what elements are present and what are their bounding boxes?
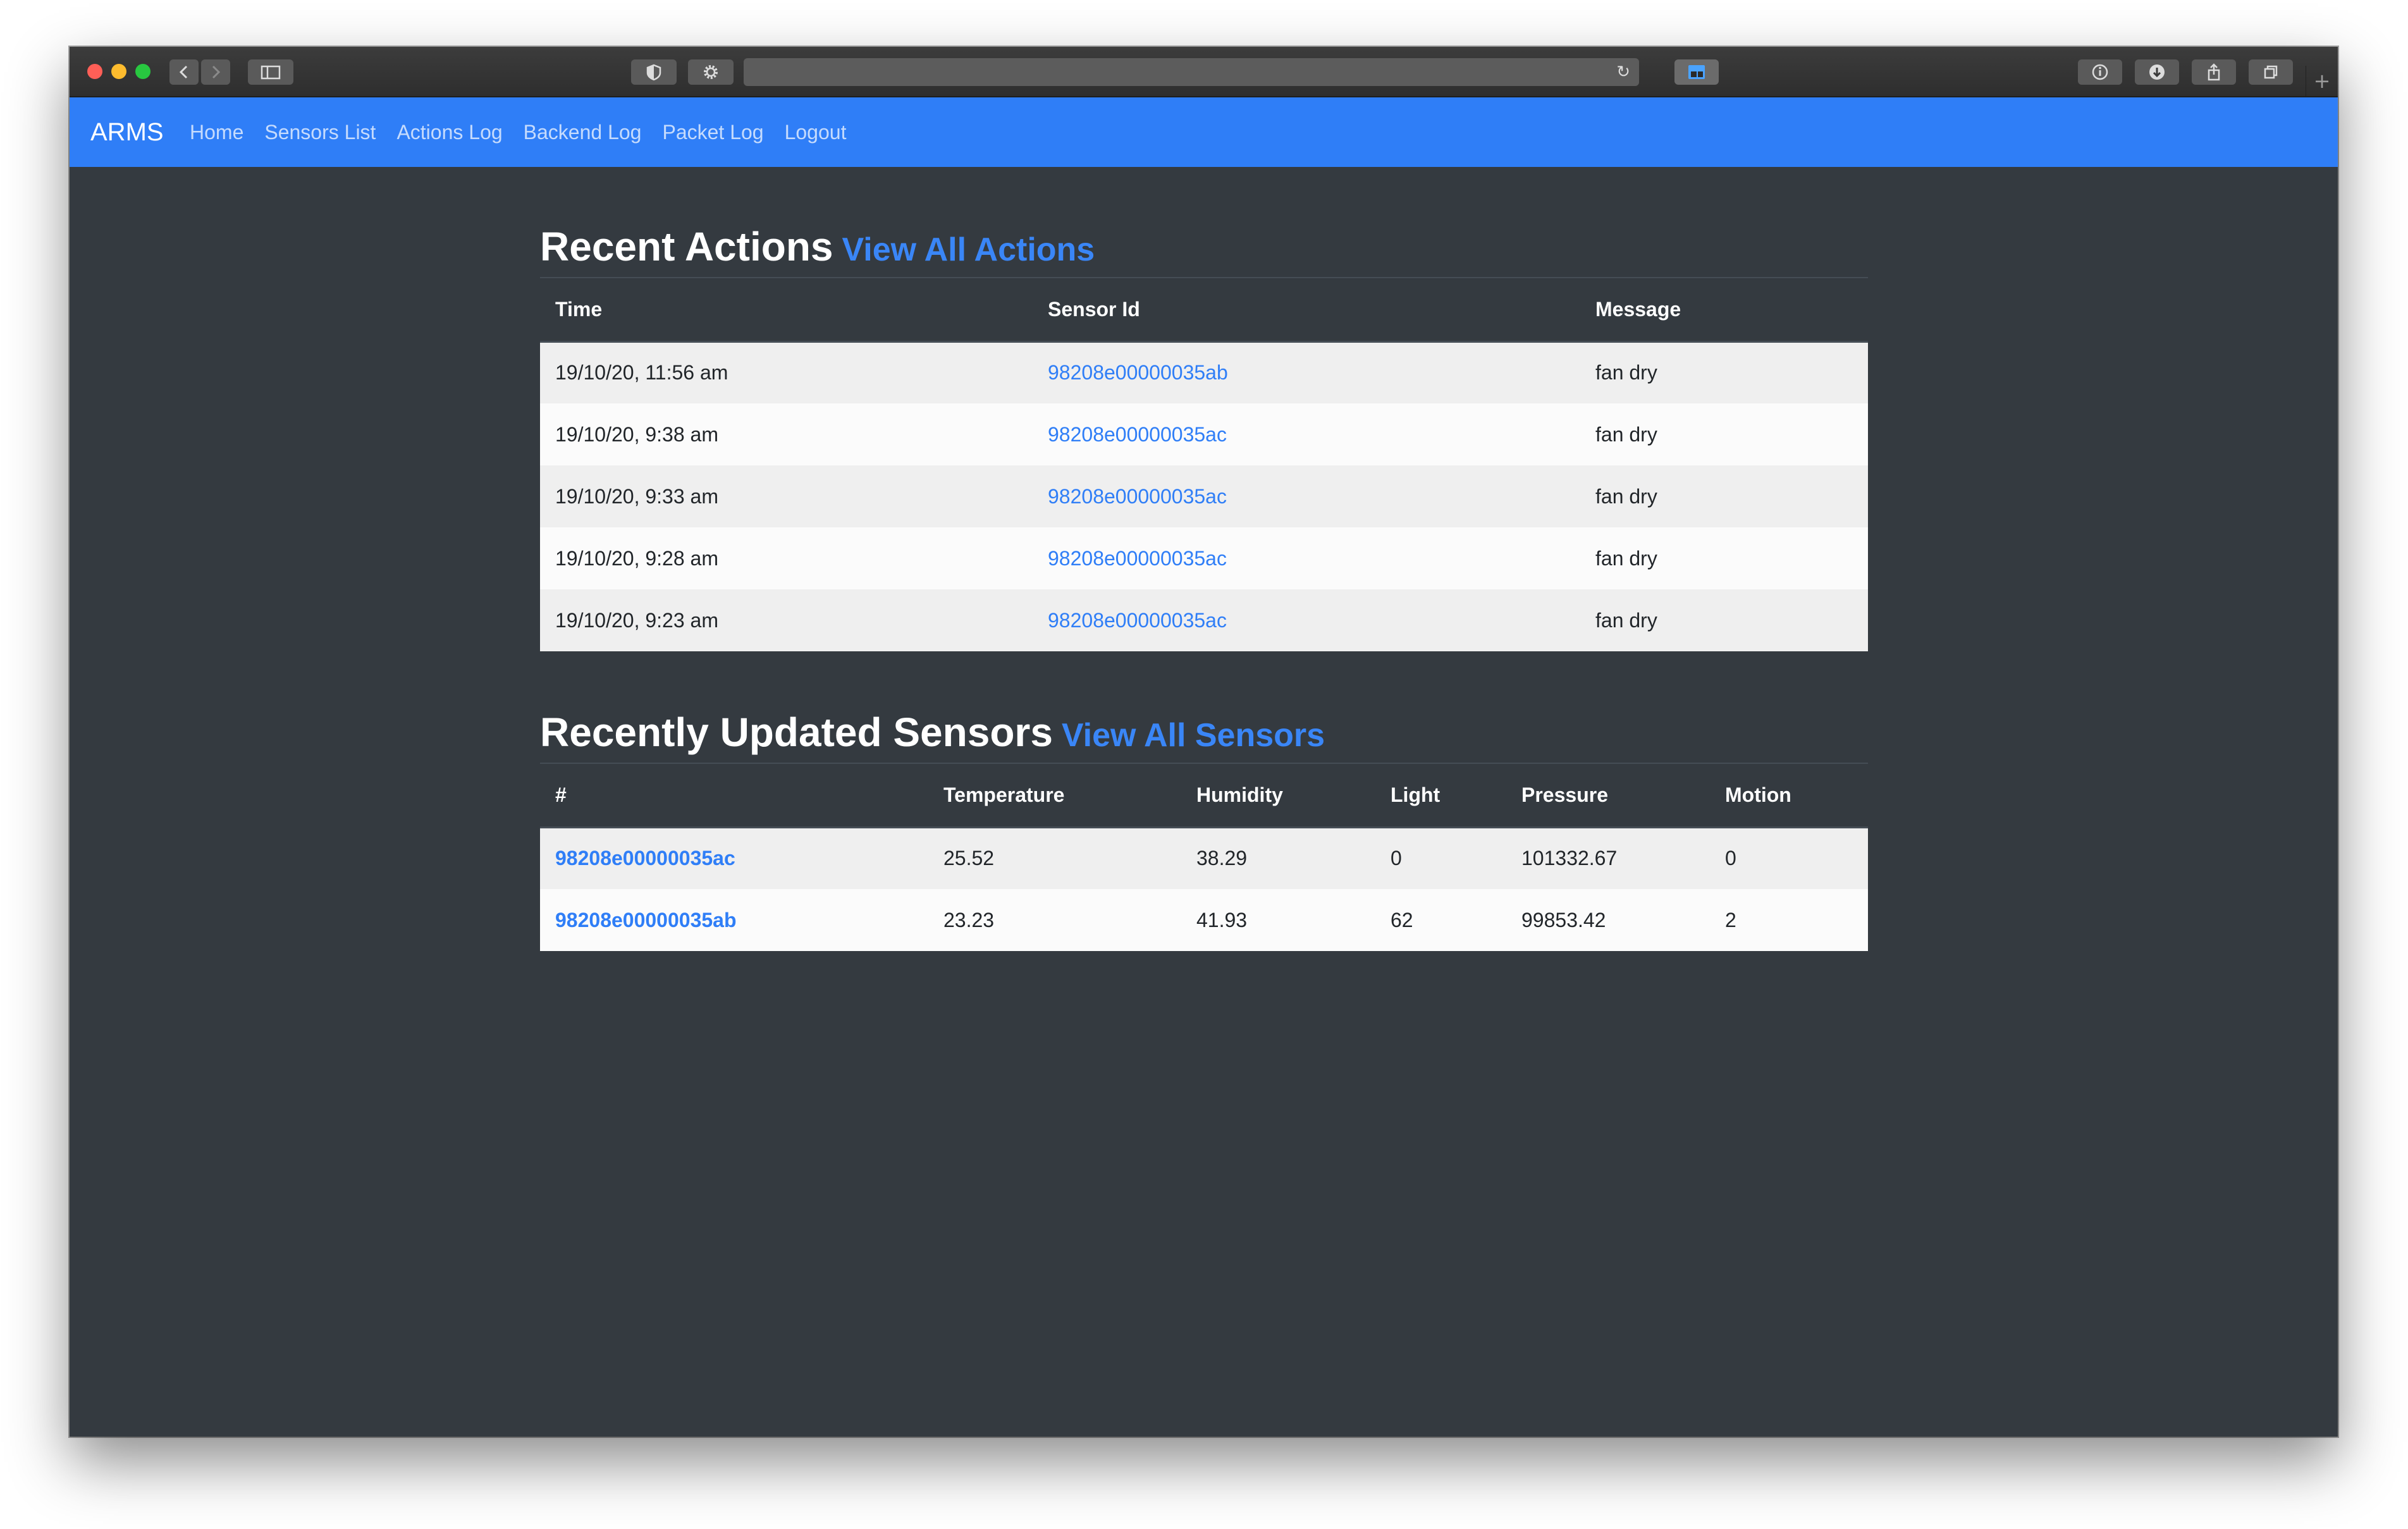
action-sensor-link[interactable]: 98208e00000035ac xyxy=(1033,527,1580,589)
table-row: 19/10/20, 9:33 am 98208e00000035ac fan d… xyxy=(540,465,1868,527)
recent-actions-table: Time Sensor Id Message 19/10/20, 11:56 a… xyxy=(540,278,1868,651)
share-icon[interactable] xyxy=(2192,59,2236,85)
table-row: 19/10/20, 9:28 am 98208e00000035ac fan d… xyxy=(540,527,1868,589)
browser-toolbar: ↻ + xyxy=(70,47,2338,97)
table-row: 19/10/20, 9:38 am 98208e00000035ac fan d… xyxy=(540,403,1868,465)
nav-links: Home Sensors List Actions Log Backend Lo… xyxy=(190,97,867,167)
sensor-temperature: 23.23 xyxy=(943,908,995,931)
action-message: fan dry xyxy=(1595,422,1657,446)
recent-sensors-title: Recently Updated Sensors xyxy=(540,709,1053,755)
column-header-motion: Motion xyxy=(1710,764,1868,828)
action-time: 19/10/20, 9:23 am xyxy=(555,608,718,632)
action-message: fan dry xyxy=(1595,608,1657,632)
view-all-actions-link[interactable]: View All Actions xyxy=(842,231,1095,268)
gear-icon[interactable] xyxy=(688,59,734,85)
main-content: Recent Actions View All Actions Time Sens… xyxy=(540,216,1868,951)
recent-actions-title: Recent Actions xyxy=(540,224,833,269)
zoom-window-button[interactable] xyxy=(135,64,150,79)
action-message: fan dry xyxy=(1595,361,1657,384)
column-header-pressure: Pressure xyxy=(1506,764,1710,828)
action-time: 19/10/20, 9:33 am xyxy=(555,484,718,508)
info-icon[interactable] xyxy=(2078,59,2122,85)
extension-icon[interactable] xyxy=(1674,59,1719,85)
nav-link-sensors-list[interactable]: Sensors List xyxy=(264,97,376,167)
minimize-window-button[interactable] xyxy=(111,64,126,79)
browser-window: ↻ + ARMS Home Sensors List Actions Log B… xyxy=(70,47,2338,1437)
back-icon[interactable] xyxy=(169,59,199,85)
sensor-id-link[interactable]: 98208e00000035ab xyxy=(540,889,928,951)
sensor-motion: 0 xyxy=(1725,847,1736,870)
action-sensor-link[interactable]: 98208e00000035ab xyxy=(1033,341,1580,403)
nav-link-logout[interactable]: Logout xyxy=(785,97,847,167)
table-row: 19/10/20, 9:23 am 98208e00000035ac fan d… xyxy=(540,589,1868,651)
column-header-temperature: Temperature xyxy=(928,764,1181,828)
sensor-id-link[interactable]: 98208e00000035ac xyxy=(540,827,928,889)
action-time: 19/10/20, 9:38 am xyxy=(555,422,718,446)
brand-logo[interactable]: ARMS xyxy=(90,97,164,167)
column-header-light: Light xyxy=(1375,764,1506,828)
column-header-humidity: Humidity xyxy=(1181,764,1375,828)
table-header-row: Time Sensor Id Message xyxy=(540,278,1868,343)
action-sensor-link[interactable]: 98208e00000035ac xyxy=(1033,465,1580,527)
new-tab-icon[interactable]: + xyxy=(2306,66,2338,96)
sensor-temperature: 25.52 xyxy=(943,847,995,870)
reload-icon[interactable]: ↻ xyxy=(1616,58,1630,86)
table-row: 19/10/20, 11:56 am 98208e00000035ab fan … xyxy=(540,341,1868,403)
recent-sensors-heading: Recently Updated Sensors View All Sensors xyxy=(540,702,1868,764)
address-bar[interactable]: ↻ xyxy=(744,58,1639,86)
nav-link-packet-log[interactable]: Packet Log xyxy=(662,97,763,167)
sensor-light: 0 xyxy=(1391,847,1402,870)
tabs-icon[interactable] xyxy=(2249,59,2293,85)
action-time: 19/10/20, 11:56 am xyxy=(555,361,728,384)
view-all-sensors-link[interactable]: View All Sensors xyxy=(1062,717,1325,754)
action-time: 19/10/20, 9:28 am xyxy=(555,546,718,570)
navbar: ARMS Home Sensors List Actions Log Backe… xyxy=(70,97,2338,167)
table-row: 98208e00000035ab 23.23 41.93 62 99853.42… xyxy=(540,889,1868,951)
nav-link-backend-log[interactable]: Backend Log xyxy=(524,97,642,167)
sensor-humidity: 38.29 xyxy=(1196,847,1248,870)
sensor-motion: 2 xyxy=(1725,908,1736,931)
recent-sensors-table: # Temperature Humidity Light Pressure Mo… xyxy=(540,764,1868,951)
sensor-light: 62 xyxy=(1391,908,1413,931)
nav-link-home[interactable]: Home xyxy=(190,97,243,167)
sensor-humidity: 41.93 xyxy=(1196,908,1248,931)
recent-actions-heading: Recent Actions View All Actions xyxy=(540,216,1868,278)
column-header-time: Time xyxy=(540,278,1033,343)
table-header-row: # Temperature Humidity Light Pressure Mo… xyxy=(540,764,1868,828)
shield-icon[interactable] xyxy=(631,59,677,85)
table-row: 98208e00000035ac 25.52 38.29 0 101332.67… xyxy=(540,827,1868,889)
column-header-id: # xyxy=(540,764,928,828)
action-message: fan dry xyxy=(1595,484,1657,508)
sensor-pressure: 99853.42 xyxy=(1521,908,1606,931)
column-header-sensor-id: Sensor Id xyxy=(1033,278,1580,343)
action-sensor-link[interactable]: 98208e00000035ac xyxy=(1033,589,1580,651)
action-sensor-link[interactable]: 98208e00000035ac xyxy=(1033,403,1580,465)
sidebar-icon[interactable] xyxy=(248,59,293,85)
column-header-message: Message xyxy=(1580,278,1868,343)
download-icon[interactable] xyxy=(2135,59,2179,85)
close-window-button[interactable] xyxy=(87,64,102,79)
nav-link-actions-log[interactable]: Actions Log xyxy=(396,97,502,167)
action-message: fan dry xyxy=(1595,546,1657,570)
sensor-pressure: 101332.67 xyxy=(1521,847,1618,870)
forward-icon[interactable] xyxy=(201,59,230,85)
